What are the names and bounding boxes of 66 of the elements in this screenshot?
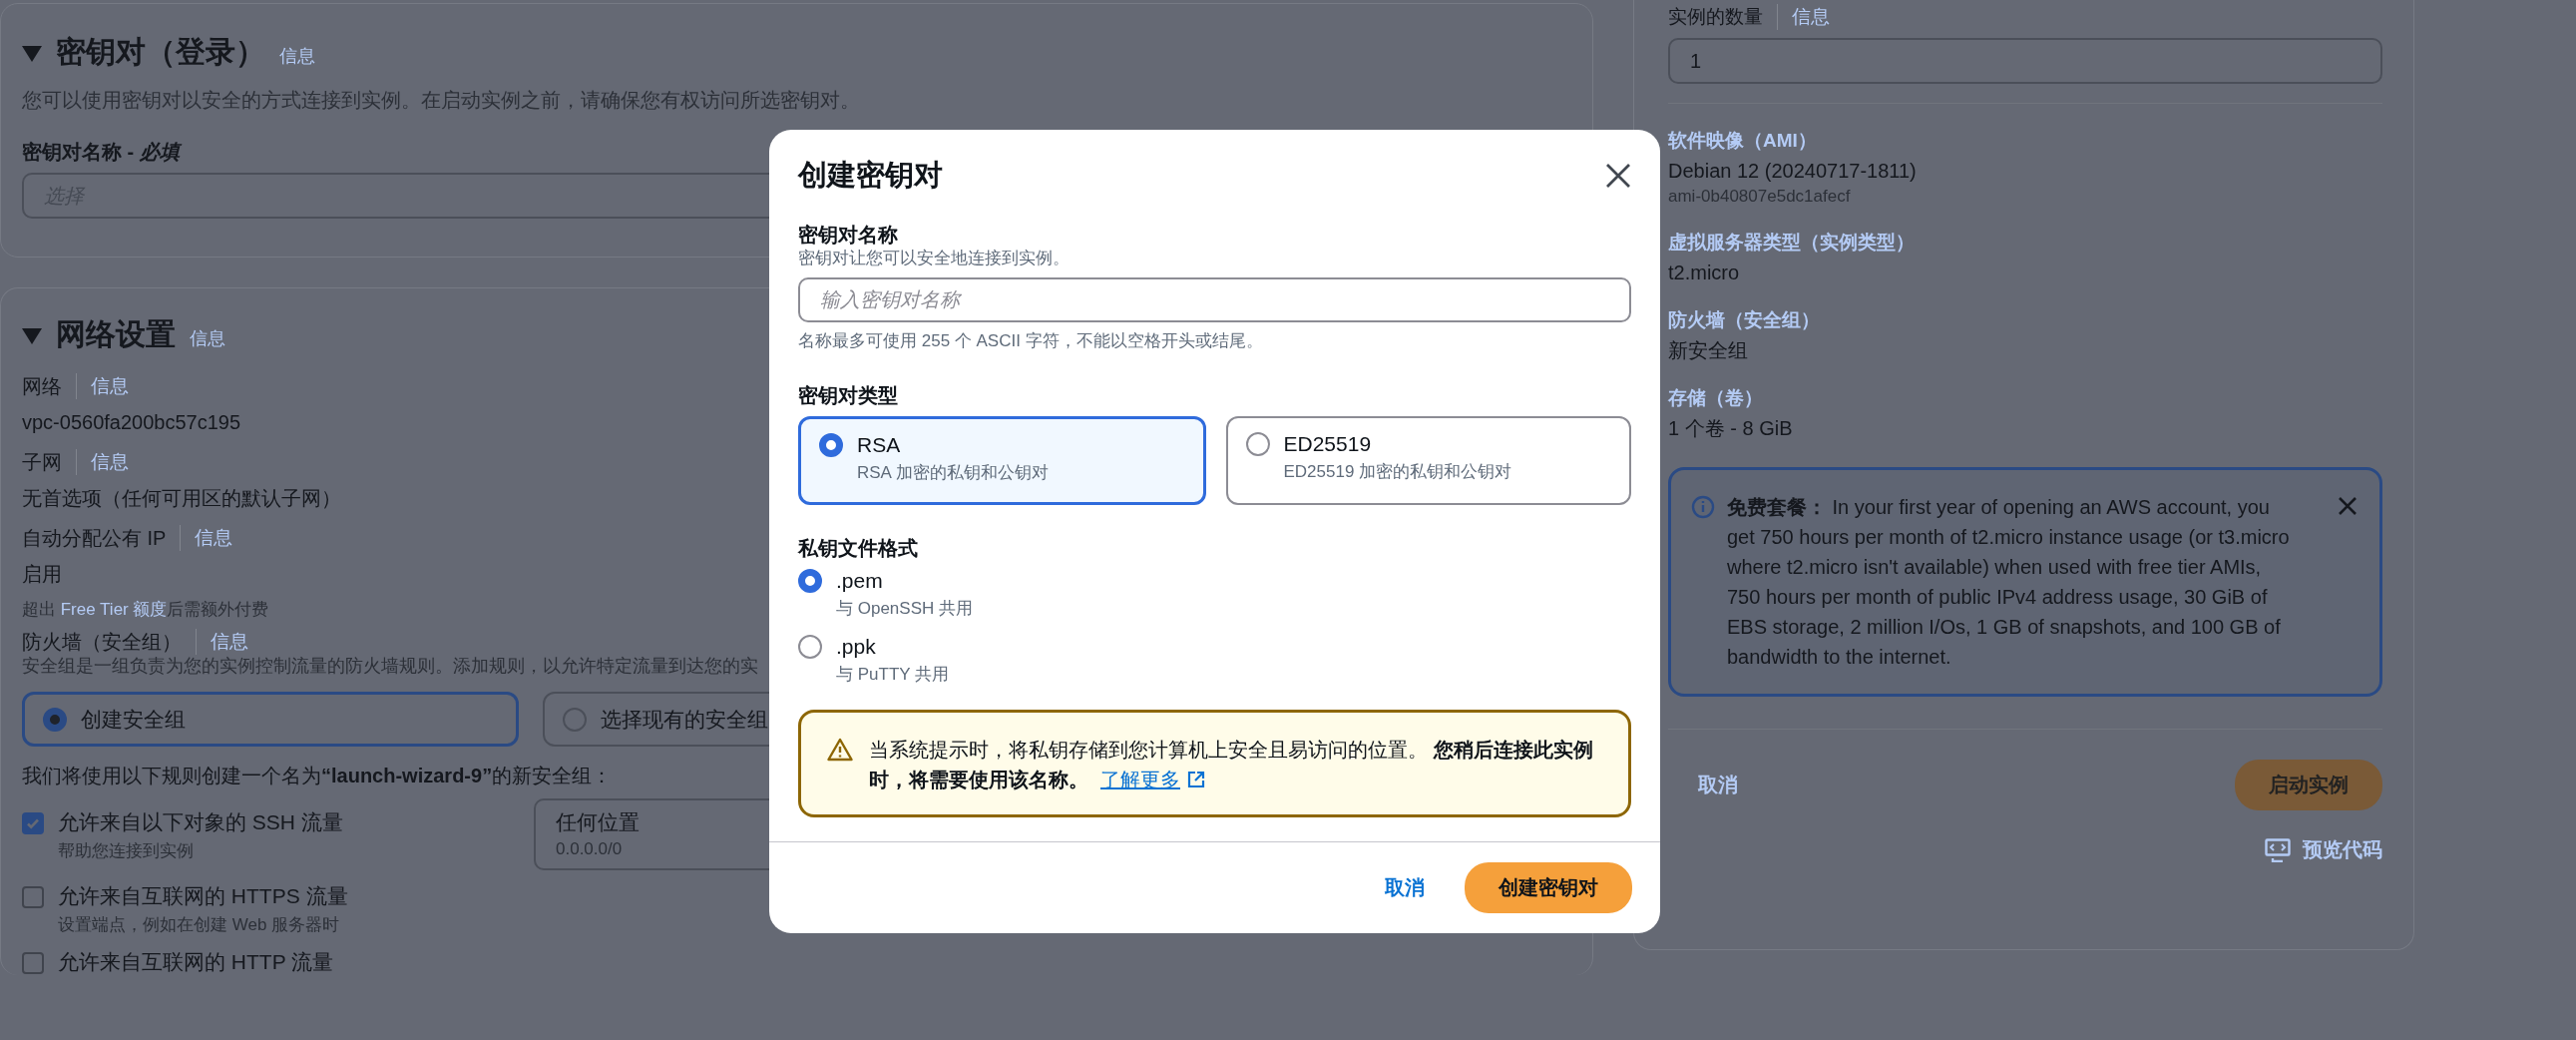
- info-link[interactable]: 信息: [91, 449, 129, 475]
- preview-code-link[interactable]: 预览代码: [2265, 836, 2382, 864]
- field-label: 自动分配公有 IP: [22, 526, 167, 551]
- section-description: 您可以使用密钥对以安全的方式连接到实例。在启动实例之前，请确保您有权访问所选密钥对。: [22, 88, 860, 113]
- cancel-link[interactable]: 取消: [1698, 772, 1738, 799]
- field-value: 启用: [22, 562, 62, 587]
- field-label: 防火墙（安全组）: [22, 630, 182, 656]
- info-link[interactable]: 信息: [1792, 4, 1830, 30]
- summary-link[interactable]: 防火墙（安全组）: [1668, 307, 1820, 334]
- field-label: 网络: [22, 374, 62, 399]
- rule-hint: 设置端点，例如在创建 Web 服务器时: [58, 913, 340, 936]
- key-type-option[interactable]: ED25519 ED25519 加密的私钥和公钥对: [1225, 416, 1631, 506]
- free-tier-link[interactable]: Free Tier 额度: [60, 600, 168, 619]
- info-link[interactable]: 信息: [190, 326, 225, 350]
- source-value: 任何位置: [556, 809, 640, 836]
- launch-instance-button[interactable]: 启动实例: [2235, 760, 2382, 811]
- info-link[interactable]: 信息: [195, 525, 233, 551]
- option-label: RSA: [857, 432, 901, 459]
- cancel-button[interactable]: 取消: [1385, 873, 1425, 901]
- field-constraint: 名称最多可使用 255 个 ASCII 字符，不能以空格开头或结尾。: [798, 330, 1263, 353]
- key-pair-name-input[interactable]: 输入密钥对名称: [798, 277, 1631, 323]
- option-description: 与 OpenSSH 共用: [836, 598, 973, 621]
- summary-link[interactable]: 软件映像（AMI）: [1668, 128, 1817, 154]
- field-label: 实例的数量: [1668, 4, 1763, 29]
- field-label: 密钥对名称: [798, 223, 898, 248]
- instance-count-field[interactable]: 1: [1668, 38, 2382, 84]
- info-link[interactable]: 信息: [91, 373, 129, 399]
- summary-value: Debian 12 (20240717-1811): [1668, 159, 1917, 184]
- info-link[interactable]: 信息: [211, 629, 248, 656]
- field-description: 密钥对让您可以安全地连接到实例。: [798, 248, 1070, 269]
- summary-link[interactable]: 虚拟服务器类型（实例类型）: [1668, 230, 1915, 257]
- option-label: 创建安全组: [81, 707, 186, 734]
- field-value: vpc-0560fa200bc57c195: [22, 410, 241, 435]
- summary-id: ami-0b40807e5dc1afecf: [1668, 186, 1851, 208]
- option-description: RSA 加密的私钥和公钥对: [857, 462, 1049, 485]
- dialog-title: 创建密钥对: [798, 158, 943, 193]
- summary-value: t2.micro: [1668, 260, 1740, 286]
- option-label: ED25519: [1283, 431, 1372, 458]
- key-type-option[interactable]: RSA RSA 加密的私钥和公钥对: [798, 416, 1206, 506]
- field-label: 私钥文件格式: [798, 536, 918, 562]
- summary-link[interactable]: 存储（卷）: [1668, 385, 1763, 412]
- summary-value: 1 个卷 - 8 GiB: [1668, 416, 1793, 442]
- field-label: 密钥对类型: [798, 383, 898, 409]
- summary-value: 新安全组: [1668, 338, 1748, 364]
- field-value: 无首选项（任何可用区的默认子网）: [22, 486, 341, 511]
- option-description: ED25519 加密的私钥和公钥对: [1283, 461, 1512, 484]
- free-tier-message: 免费套餐： In your first year of opening an AWS account, you get 750 hours per month of t2.micro instance usage (or t3.micro where t2.micro isn't available) when used with free tier AMIs, 750 hours per month of public IPv4 address usage, 30 GiB of EBS storage, 2 million I/Os, 1 GB of snapshots, and 100 GB of bandwidth to the internet.: [1727, 495, 2291, 671]
- rule-hint: 帮助您连接到实例: [58, 839, 194, 862]
- field-label: 子网: [22, 450, 62, 475]
- warning-message: 当系统提示时，将私钥存储到您计算机上安全且易访问的位置。 您稍后连接此实例时，将需要使用该名称。 了解更多: [869, 734, 1604, 794]
- rule-label: 允许来自互联网的 HTTPS 流量: [58, 883, 348, 910]
- section-title: 密钥对（登录）: [56, 34, 265, 70]
- pricing-note: 超出 Free Tier 额度后需额外付费: [22, 599, 269, 621]
- learn-more-link[interactable]: 了解更多: [1100, 764, 1206, 794]
- security-group-option[interactable]: 创建安全组: [22, 692, 519, 748]
- info-link[interactable]: 信息: [279, 44, 315, 68]
- source-cidr: 0.0.0.0/0: [556, 837, 623, 860]
- rule-label: 允许来自以下对象的 SSH 流量: [58, 809, 343, 836]
- option-label: .ppk: [836, 633, 876, 660]
- option-label: 选择现有的安全组: [601, 707, 768, 734]
- rule-label: 允许来自互联网的 HTTP 流量: [58, 948, 334, 975]
- create-key-pair-button[interactable]: 创建密钥对: [1465, 861, 1632, 913]
- rule-intro: 我们将使用以下规则创建一个名为“launch-wizard-9”的新安全组：: [22, 764, 613, 789]
- section-title: 网络设置: [56, 316, 176, 352]
- option-label: .pem: [836, 568, 883, 595]
- option-description: 与 PuTTY 共用: [836, 663, 950, 686]
